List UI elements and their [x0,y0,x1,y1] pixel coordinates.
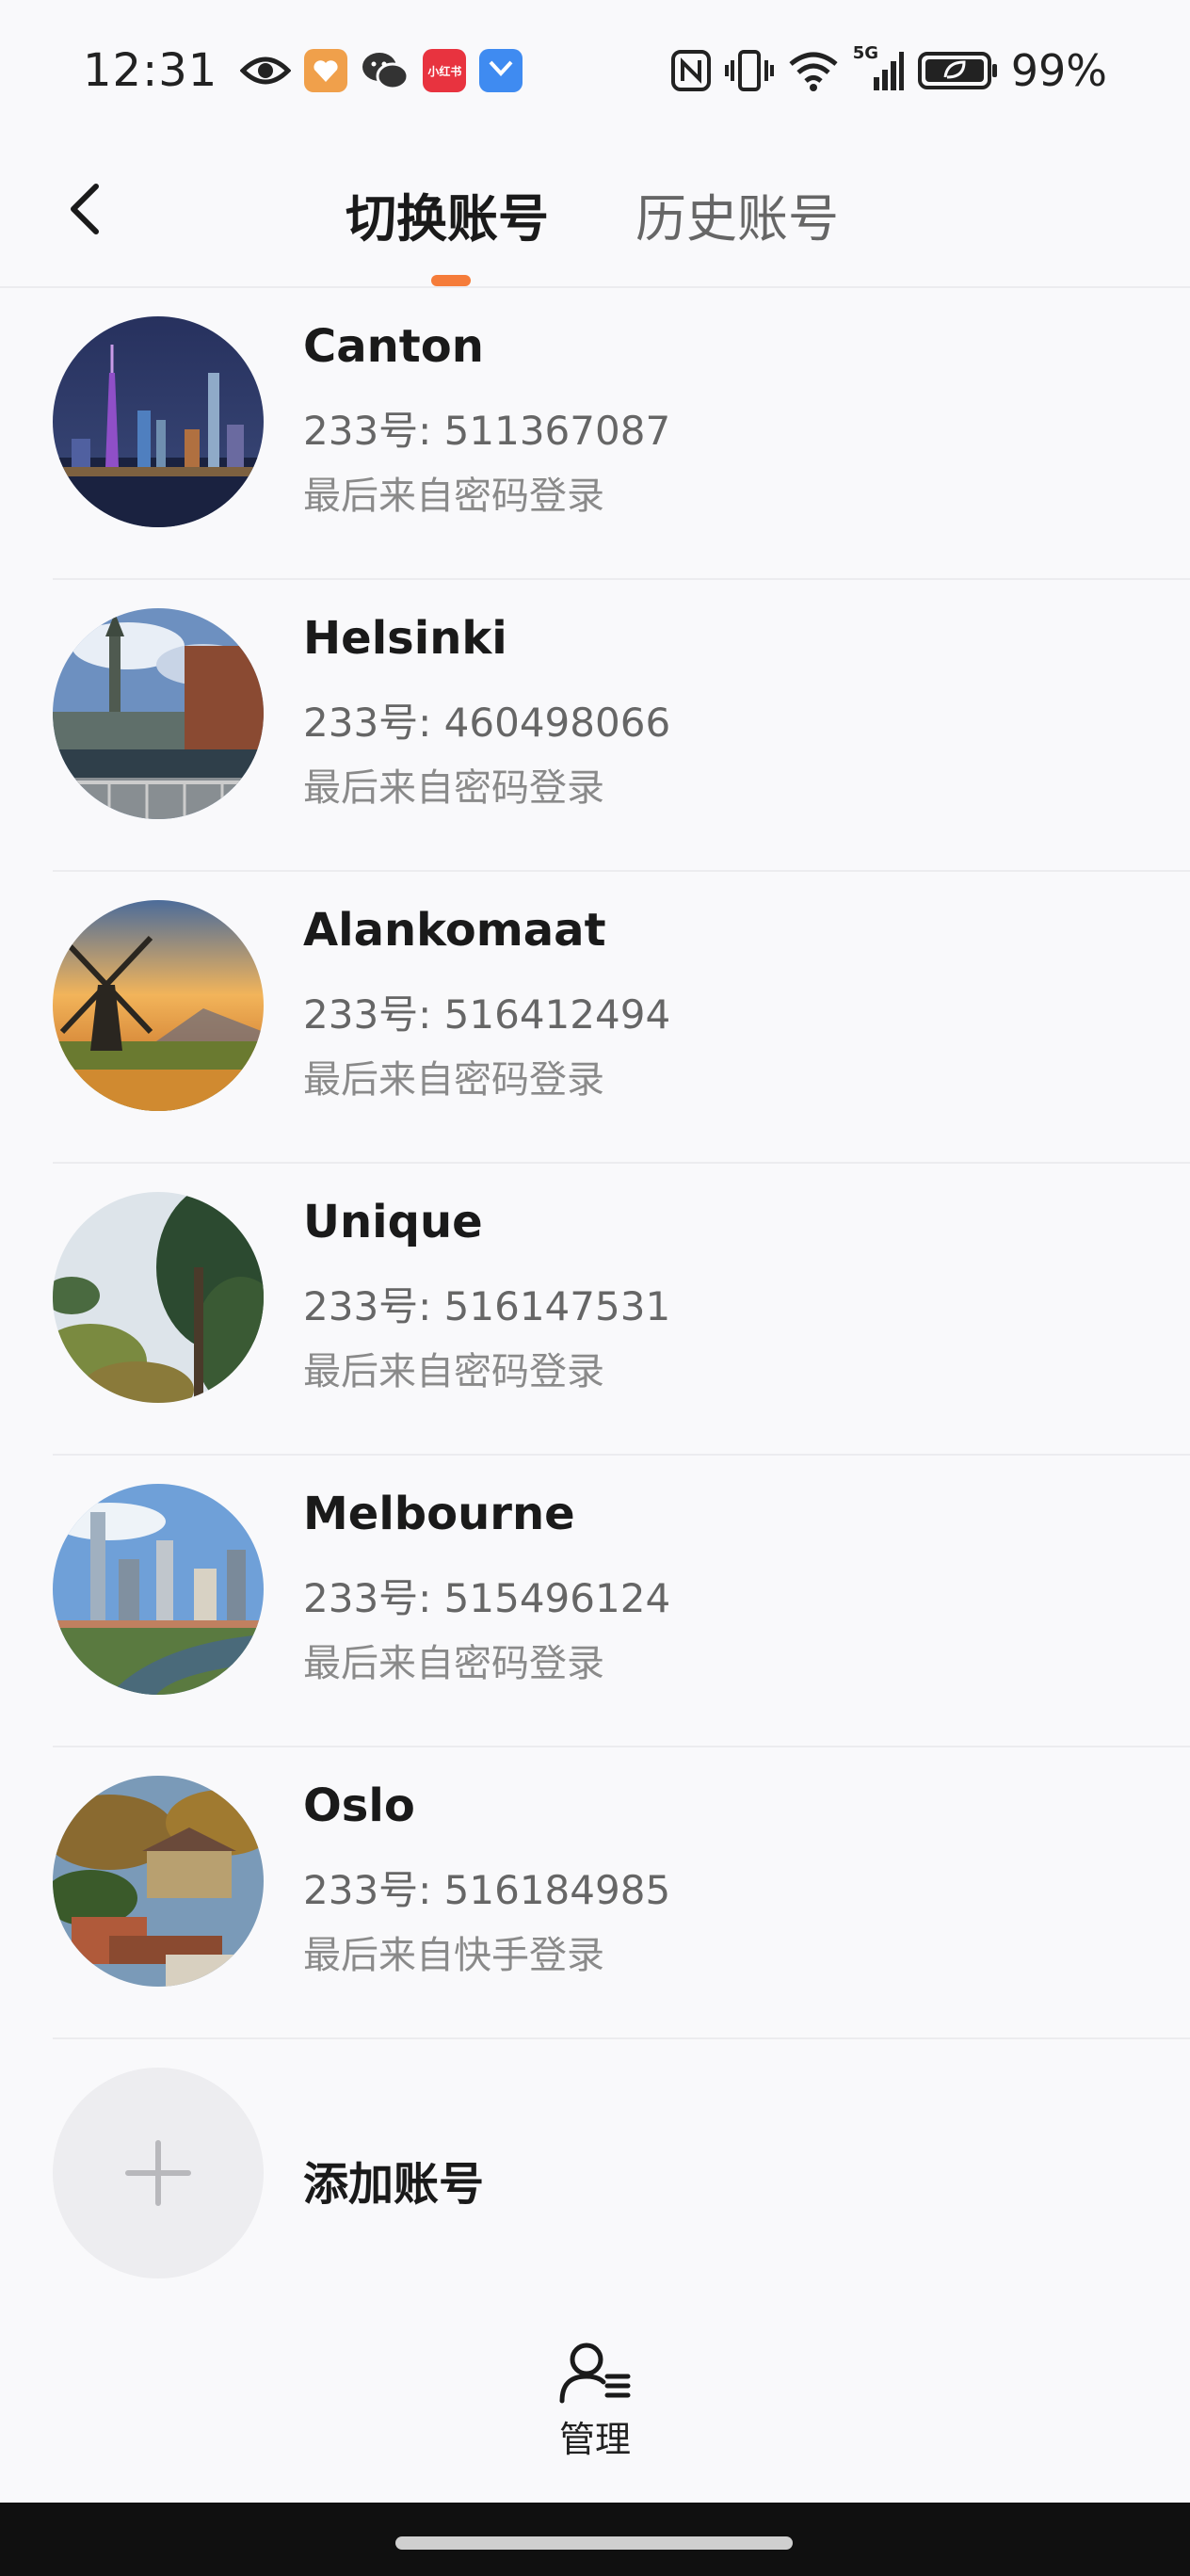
add-account-button[interactable] [53,2068,264,2278]
add-account-label: 添加账号 [303,2158,485,2211]
account-item-unique[interactable]: Unique 233号: 516147531 最后来自密码登录 [0,1164,1190,1456]
network-type: 5G [852,43,879,63]
account-name: Unique [303,1196,483,1248]
plus-icon [125,2140,191,2206]
account-login-source: 最后来自密码登录 [303,1642,604,1685]
app-heart-icon [304,49,348,92]
avatar [53,900,264,1111]
wifi-icon [787,49,840,92]
account-id: 233号: 516184985 [303,1867,671,1913]
account-item-alankomaat[interactable]: Alankomaat 233号: 516412494 最后来自密码登录 [0,872,1190,1164]
account-id: 233号: 511367087 [303,408,671,454]
account-item-canton[interactable]: Canton 233号: 511367087 最后来自密码登录 [0,288,1190,580]
add-account-item[interactable]: 添加账号 [0,2041,1190,2286]
account-login-source: 最后来自快手登录 [303,1934,604,1977]
battery-percent: 99% [1010,45,1107,96]
account-item-oslo[interactable]: Oslo 233号: 516184985 最后来自快手登录 [0,1747,1190,2039]
wechat-icon [361,50,410,91]
vibrate-icon [724,49,774,92]
header: 切换账号 历史账号 [0,141,1190,288]
account-name: Helsinki [303,612,507,665]
account-id: 233号: 460498066 [303,700,671,746]
status-left: 12:31 小红书 [83,44,523,97]
avatar [53,1192,264,1403]
user-list-icon [559,2343,631,2404]
status-right: 5G 99% [670,43,1107,96]
status-bar: 12:31 小红书 5G 99% [0,0,1190,141]
account-id: 233号: 516412494 [303,991,671,1038]
tab-switch-account[interactable]: 切换账号 [346,177,549,251]
battery-icon [917,49,998,92]
account-login-source: 最后来自密码登录 [303,1350,604,1393]
home-indicator[interactable] [395,2536,793,2550]
account-id: 233号: 515496124 [303,1575,671,1621]
honor-app-icon [479,49,523,92]
avatar [53,608,264,819]
account-list: Canton 233号: 511367087 最后来自密码登录 Helsinki… [0,288,1190,2039]
manage-button[interactable]: 管理 [501,2341,689,2472]
xiaohongshu-icon: 小红书 [423,49,467,92]
status-time: 12:31 [83,44,218,97]
account-login-source: 最后来自密码登录 [303,766,604,810]
account-id: 233号: 516147531 [303,1283,671,1329]
account-item-helsinki[interactable]: Helsinki 233号: 460498066 最后来自密码登录 [0,580,1190,872]
signal-icon: 5G [853,43,904,92]
avatar [53,1484,264,1695]
account-login-source: 最后来自密码登录 [303,475,604,518]
tab-indicator [431,275,471,286]
manage-label: 管理 [558,2419,631,2460]
account-login-source: 最后来自密码登录 [303,1058,604,1102]
tab-history-account[interactable]: 历史账号 [635,177,839,251]
nfc-icon [670,49,712,92]
account-name: Oslo [303,1779,415,1832]
eye-icon [240,52,292,89]
avatar [53,316,264,527]
account-name: Melbourne [303,1488,575,1540]
back-button[interactable] [47,171,122,247]
avatar [53,1776,264,1987]
account-item-melbourne[interactable]: Melbourne 233号: 515496124 最后来自密码登录 [0,1456,1190,1747]
account-name: Alankomaat [303,904,606,957]
chevron-left-icon [71,184,99,234]
account-name: Canton [303,320,484,373]
